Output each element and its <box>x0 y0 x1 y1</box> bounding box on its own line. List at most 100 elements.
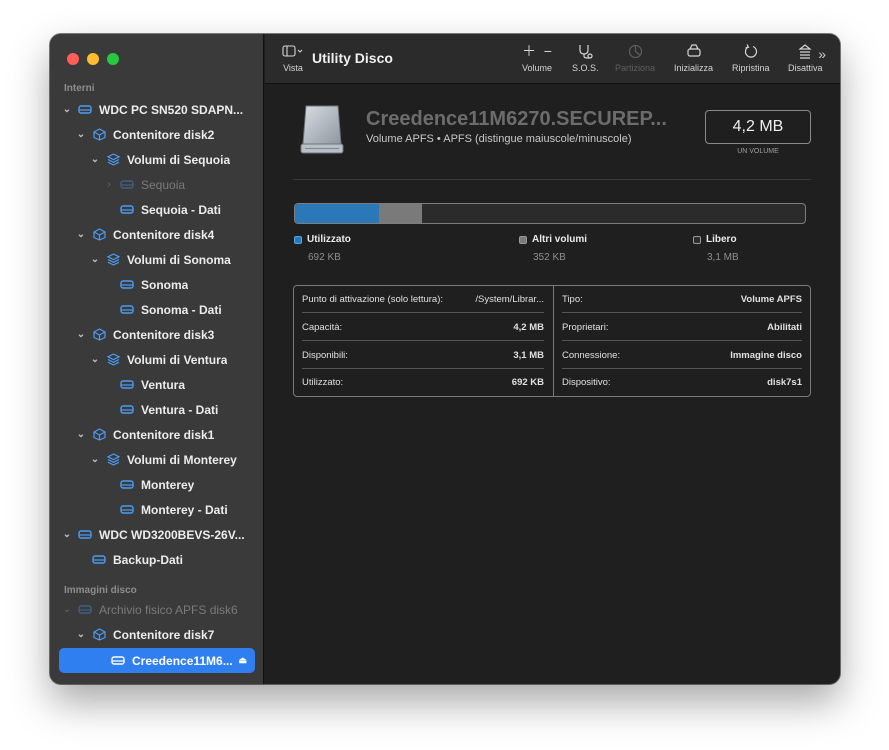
sidebar-item-container-disk2[interactable]: ⌄ Contenitore disk2 <box>50 122 264 147</box>
erase-button[interactable]: Inizializza <box>674 43 713 73</box>
zoom-window-button[interactable] <box>107 53 119 65</box>
used-swatch <box>294 235 302 244</box>
sidebar-item-label: Creedence11M6... <box>132 653 233 668</box>
chevron-down-icon[interactable]: ⌄ <box>75 629 87 640</box>
window-controls <box>67 53 119 65</box>
chevron-right-icon[interactable]: › <box>103 179 115 190</box>
drive-icon <box>77 528 93 542</box>
sidebar-item-label: Volumi di Sonoma <box>127 252 231 267</box>
chevron-down-icon[interactable]: ⌄ <box>75 329 87 340</box>
unmount-label: Disattiva <box>788 63 823 73</box>
sidebar-item-label: Contenitore disk7 <box>113 627 215 642</box>
volume-group-icon <box>105 253 121 267</box>
sidebar-item-label: Sequoia - Dati <box>141 202 222 217</box>
drive-icon <box>77 603 93 617</box>
info-row-connection: Connessione: Immagine disco <box>562 342 802 369</box>
first-aid-button[interactable]: S.O.S. <box>572 43 599 73</box>
chevron-down-icon[interactable]: ⌄ <box>89 454 101 465</box>
close-window-button[interactable] <box>67 53 79 65</box>
legend-used: Utilizzato 692 KB <box>294 234 351 263</box>
sidebar-item-volumes-monterey[interactable]: ⌄ Volumi di Monterey <box>50 447 264 472</box>
partition-button[interactable]: Partiziona <box>615 43 655 73</box>
partition-label: Partiziona <box>615 63 656 73</box>
toolbar: Vista Utility Disco ＋ − Volume S.O.S. Pa… <box>265 34 840 84</box>
sidebar-item-sequoia[interactable]: › Sequoia <box>50 172 264 197</box>
sidebar-item-volumes-sonoma[interactable]: ⌄ Volumi di Sonoma <box>50 247 264 272</box>
divider <box>293 179 811 180</box>
sidebar-item-container-disk3[interactable]: ⌄ Contenitore disk3 <box>50 322 264 347</box>
chevron-down-icon[interactable]: ⌄ <box>75 229 87 240</box>
info-row-mount-point: Punto di attivazione (solo lettura): /Sy… <box>302 286 544 313</box>
volume-icon <box>119 303 135 317</box>
sidebar-item-monterey[interactable]: Monterey <box>50 472 264 497</box>
info-key: Tipo: <box>562 293 583 305</box>
sidebar-item-ventura-data[interactable]: Ventura - Dati <box>50 397 264 422</box>
legend-other-volumes: Altri volumi 352 KB <box>519 234 587 263</box>
section-label-internal: Interni <box>64 83 95 94</box>
sidebar-item-label: Monterey - Dati <box>141 502 228 517</box>
sidebar-item-label: Volumi di Sequoia <box>127 152 231 167</box>
sidebar-item-container-disk1[interactable]: ⌄ Contenitore disk1 <box>50 422 264 447</box>
chevron-down-icon[interactable]: ⌄ <box>61 104 73 115</box>
chevron-down-icon[interactable]: ⌄ <box>61 529 73 540</box>
usage-bar <box>294 203 806 224</box>
chevron-down-icon[interactable]: ⌄ <box>75 129 87 140</box>
info-value: 4,2 MB <box>513 321 544 333</box>
volume-button[interactable]: ＋ − Volume <box>522 43 552 73</box>
legend-used-value: 692 KB <box>308 252 341 263</box>
toolbar-overflow-icon[interactable]: » <box>818 46 826 62</box>
restore-button[interactable]: Ripristina <box>732 43 770 73</box>
container-icon <box>91 128 107 142</box>
container-icon <box>91 228 107 242</box>
sidebar-item-label: Archivio fisico APFS disk6 <box>99 602 238 617</box>
sidebar-item-container-disk7[interactable]: ⌄ Contenitore disk7 <box>50 622 264 647</box>
volume-size: 4,2 MB <box>732 118 784 135</box>
sidebar-item-wdc-sn520[interactable]: ⌄ WDC PC SN520 SDAPN... <box>50 97 264 122</box>
sidebar-item-volumes-sequoia[interactable]: ⌄ Volumi di Sequoia <box>50 147 264 172</box>
volume-icon <box>110 654 126 668</box>
info-value: disk7s1 <box>767 377 802 388</box>
restore-label: Ripristina <box>732 63 770 73</box>
sidebar-item-creedence-selected[interactable]: Creedence11M6... ⏏ <box>59 648 255 673</box>
chevron-down-icon[interactable]: ⌄ <box>75 429 87 440</box>
sidebar-item-sonoma-data[interactable]: Sonoma - Dati <box>50 297 264 322</box>
sidebar-item-wdc-wd3200[interactable]: ⌄ WDC WD3200BEVS-26V... <box>50 522 264 547</box>
sidebar-item-apfs-archive-disk6[interactable]: ⌄ Archivio fisico APFS disk6 <box>50 597 264 622</box>
volume-label: Volume <box>522 63 553 73</box>
volume-icon <box>119 478 135 492</box>
sidebar-item-label: Backup-Dati <box>113 552 184 567</box>
eject-icon[interactable]: ⏏ <box>238 655 247 666</box>
sidebar-item-label: Monterey <box>141 477 195 492</box>
info-value: Volume APFS <box>740 293 802 305</box>
sidebar-item-label: Contenitore disk2 <box>113 127 215 142</box>
volume-count-caption: UN VOLUME <box>737 148 779 155</box>
info-row-capacity: Capacità: 4,2 MB <box>302 314 544 341</box>
app-title: Utility Disco <box>312 50 393 66</box>
info-value: 692 KB <box>511 377 544 388</box>
chevron-down-icon[interactable]: ⌄ <box>89 354 101 365</box>
erase-drive-icon <box>686 43 702 59</box>
legend-free-value: 3,1 MB <box>707 252 739 263</box>
sidebar-item-ventura[interactable]: Ventura <box>50 372 264 397</box>
sidebar-item-monterey-data[interactable]: Monterey - Dati <box>50 497 264 522</box>
chevron-down-icon[interactable]: ⌄ <box>89 154 101 165</box>
view-button[interactable]: Vista <box>282 43 304 73</box>
info-key: Punto di attivazione (solo lettura): <box>302 293 443 305</box>
volume-icon <box>119 203 135 217</box>
sidebar-item-container-disk4[interactable]: ⌄ Contenitore disk4 <box>50 222 264 247</box>
info-key: Utilizzato: <box>302 377 344 388</box>
minimize-window-button[interactable] <box>87 53 99 65</box>
sidebar-item-label: Contenitore disk4 <box>113 227 215 242</box>
volume-drive-icon <box>297 104 347 156</box>
free-swatch <box>693 235 701 244</box>
sidebar-item-volumes-ventura[interactable]: ⌄ Volumi di Ventura <box>50 347 264 372</box>
sidebar-item-sonoma[interactable]: Sonoma <box>50 272 264 297</box>
chevron-down-icon[interactable]: ⌄ <box>61 604 73 615</box>
sidebar-item-sequoia-data[interactable]: Sequoia - Dati <box>50 197 264 222</box>
sidebar: Interni ⌄ WDC PC SN520 SDAPN... ⌄ Conten… <box>50 34 264 684</box>
volume-icon <box>119 378 135 392</box>
sidebar-item-backup-data[interactable]: Backup-Dati <box>50 547 264 572</box>
chevron-down-icon[interactable]: ⌄ <box>89 254 101 265</box>
sidebar-item-label: WDC WD3200BEVS-26V... <box>99 527 245 542</box>
info-column-left: Punto di attivazione (solo lettura): /Sy… <box>294 286 552 396</box>
